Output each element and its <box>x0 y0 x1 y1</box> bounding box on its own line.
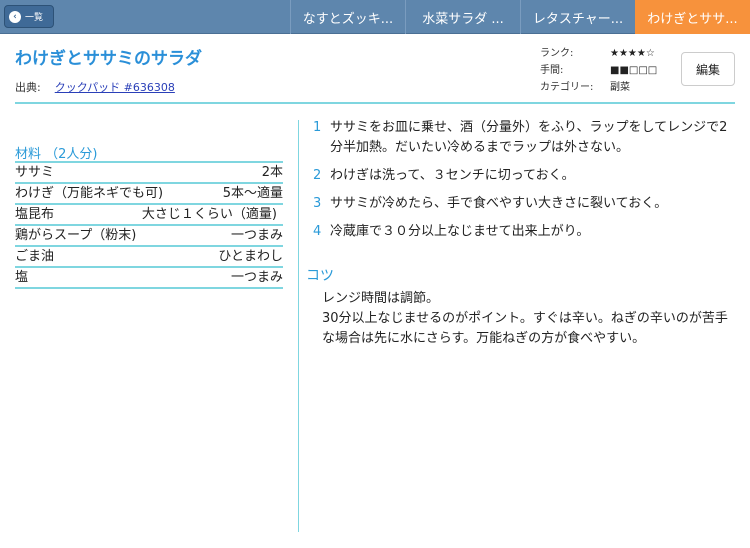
tips-heading: コツ <box>306 268 334 284</box>
ingredient-row: 塩昆布 大さじ１くらい（適量) <box>15 205 283 226</box>
ingredient-name: 塩 <box>15 270 29 285</box>
tab-recipe-4-active[interactable]: わけぎとササ... <box>635 0 750 34</box>
ingredient-row: ササミ 2本 <box>15 163 283 184</box>
step-text: 冷蔵庫で３０分以上なじませて出来上がり。 <box>330 224 590 239</box>
back-label: 一覧 <box>25 13 44 23</box>
ingredient-name: 鶏がらスープ（粉末) <box>15 228 137 243</box>
recipe-title: わけぎとササミのサラダ <box>15 49 202 69</box>
steps-list: 1 ササミをお皿に乗せ、酒（分量外）をふり、ラップをしてレンジで2分半加熱。だいた… <box>313 118 733 250</box>
ingredient-name: わけぎ（万能ネギでも可) <box>15 186 164 201</box>
ingredient-name: 塩昆布 <box>15 207 55 222</box>
ingredient-name: ササミ <box>15 165 55 180</box>
step-item: 1 ササミをお皿に乗せ、酒（分量外）をふり、ラップをしてレンジで2分半加熱。だいた… <box>313 118 733 158</box>
step-number: 4 <box>313 224 322 239</box>
ingredient-qty: 5本〜適量 <box>222 186 283 201</box>
step-number: 3 <box>313 196 322 211</box>
tab-recipe-1[interactable]: なすとズッキ... <box>290 0 405 34</box>
source-link[interactable]: クックパッド #636308 <box>55 81 175 94</box>
step-number: 2 <box>313 168 322 183</box>
step-number: 1 <box>313 120 322 135</box>
ingredient-row: 塩 一つまみ <box>15 268 283 289</box>
tab-recipe-2[interactable]: 水菜サラダ ... <box>405 0 520 34</box>
source: 出典: クックパッド #636308 <box>15 79 175 95</box>
step-item: 2 わけぎは洗って、３センチに切っておく。 <box>313 166 733 186</box>
step-text: ササミをお皿に乗せ、酒（分量外）をふり、ラップをしてレンジで2分半加熱。だいたい… <box>330 120 728 155</box>
tips-line: レンジ時間は調節。 <box>322 291 440 306</box>
ingredient-qty: 2本 <box>261 165 283 180</box>
category-value: 副菜 <box>610 82 630 93</box>
column-divider <box>298 120 299 532</box>
rank-stars: ★★★★☆ <box>610 48 655 59</box>
ingredient-row: わけぎ（万能ネギでも可) 5本〜適量 <box>15 184 283 205</box>
top-nav-bar: ‹ 一覧 なすとズッキ... 水菜サラダ ... レタスチャー... わけぎとササ… <box>0 0 750 34</box>
ingredient-name: ごま油 <box>15 249 55 264</box>
recipe-meta: ランク: ★★★★☆ 手間: ■■□□□ カテゴリー: 副菜 <box>540 45 657 96</box>
chevron-left-icon: ‹ <box>9 10 21 23</box>
effort-label: 手間: <box>540 65 564 76</box>
ingredient-row: ごま油 ひとまわし <box>15 247 283 268</box>
ingredient-qty: 一つまみ <box>230 228 283 243</box>
step-text: ササミが冷めたら、手で食べやすい大きさに裂いておく。 <box>330 196 668 211</box>
tips-body: レンジ時間は調節。 30分以上なじませるのがポイント。すぐは辛い。ねぎの辛いのが… <box>322 289 737 349</box>
tips-line: 30分以上なじませるのがポイント。すぐは辛い。ねぎの辛いのが苦手な場合は先に水に… <box>322 311 728 346</box>
ingredient-qty: 大さじ１くらい（適量) <box>141 207 277 222</box>
ingredient-row: 鶏がらスープ（粉末) 一つまみ <box>15 226 283 247</box>
source-label: 出典: <box>15 81 41 94</box>
ingredient-qty: 一つまみ <box>230 270 283 285</box>
ingredient-qty: ひとまわし <box>218 249 283 264</box>
step-text: わけぎは洗って、３センチに切っておく。 <box>330 168 575 183</box>
tab-recipe-3[interactable]: レタスチャー... <box>520 0 635 34</box>
edit-button[interactable]: 編集 <box>681 52 735 86</box>
divider <box>15 102 735 104</box>
ingredients-heading: 材料 （2人分) <box>15 143 283 163</box>
back-to-list-button[interactable]: ‹ 一覧 <box>4 5 54 28</box>
effort-value: ■■□□□ <box>610 65 658 76</box>
step-item: 3 ササミが冷めたら、手で食べやすい大きさに裂いておく。 <box>313 194 733 214</box>
category-label: カテゴリー: <box>540 82 594 93</box>
step-item: 4 冷蔵庫で３０分以上なじませて出来上がり。 <box>313 222 733 242</box>
ingredients-list: 材料 （2人分) ササミ 2本 わけぎ（万能ネギでも可) 5本〜適量 塩昆布 大さじ１… <box>15 143 283 289</box>
rank-label: ランク: <box>540 48 574 59</box>
recipe-tabs: なすとズッキ... 水菜サラダ ... レタスチャー... わけぎとササ... <box>290 0 750 34</box>
